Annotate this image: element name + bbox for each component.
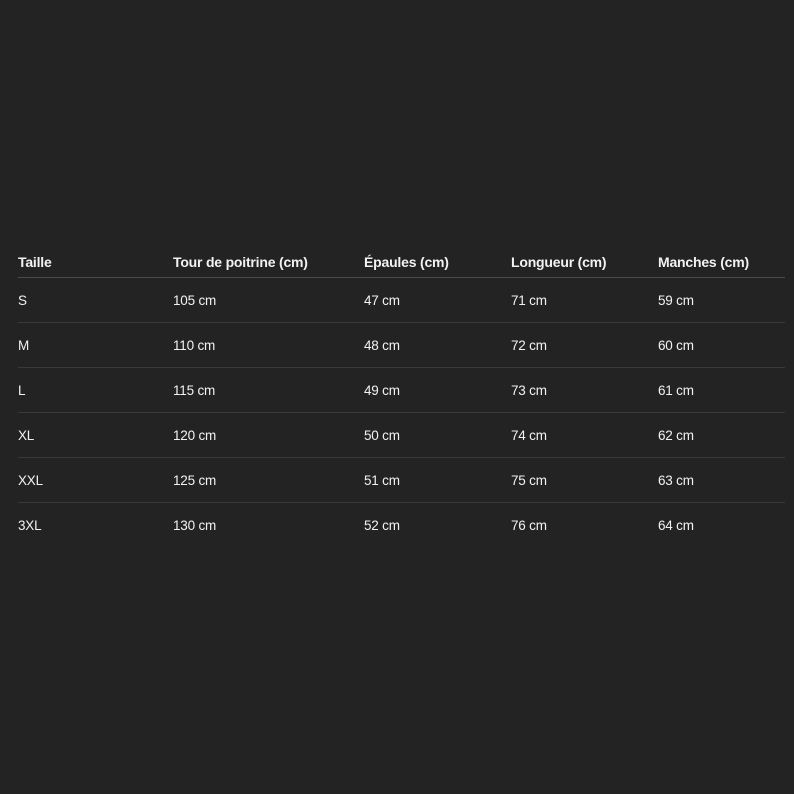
table-row: 3XL 130 cm 52 cm 76 cm 64 cm (18, 503, 785, 548)
cell-chest: 130 cm (173, 518, 217, 533)
cell-sleeves: 61 cm (658, 382, 694, 398)
cell-length: 71 cm (511, 292, 547, 308)
cell-sleeves: 64 cm (658, 518, 694, 533)
header-length: Longueur (cm) (511, 253, 607, 270)
table-row: M 110 cm 48 cm 72 cm 60 cm (18, 323, 785, 368)
table-row: L 115 cm 49 cm 73 cm 61 cm (18, 368, 785, 413)
header-chest: Tour de poitrine (cm) (173, 253, 308, 270)
cell-chest: 110 cm (173, 337, 216, 353)
cell-length: 74 cm (511, 427, 547, 443)
table-row: S 105 cm 47 cm 71 cm 59 cm (18, 278, 785, 323)
cell-shoulders: 52 cm (364, 518, 400, 533)
cell-size: XL (18, 427, 35, 443)
cell-shoulders: 51 cm (364, 472, 400, 488)
cell-sleeves: 59 cm (658, 292, 694, 308)
table-row: XL 120 cm 50 cm 74 cm 62 cm (18, 413, 785, 458)
header-size: Taille (18, 253, 52, 270)
header-sleeves: Manches (cm) (658, 253, 749, 270)
cell-length: 73 cm (511, 382, 547, 398)
cell-sleeves: 60 cm (658, 337, 694, 353)
cell-size: XXL (18, 472, 43, 488)
cell-size: S (18, 292, 27, 308)
cell-length: 72 cm (511, 337, 547, 353)
cell-length: 76 cm (511, 518, 547, 533)
cell-sleeves: 63 cm (658, 472, 694, 488)
cell-shoulders: 49 cm (364, 382, 400, 398)
header-shoulders: Épaules (cm) (364, 253, 449, 270)
cell-size: L (18, 382, 26, 398)
cell-size: M (18, 337, 30, 353)
cell-length: 75 cm (511, 472, 547, 488)
size-chart-table: Taille Tour de poitrine (cm) Épaules (cm… (18, 246, 785, 548)
cell-shoulders: 50 cm (364, 427, 400, 443)
cell-shoulders: 47 cm (364, 292, 400, 308)
cell-chest: 125 cm (173, 472, 217, 488)
cell-sleeves: 62 cm (658, 427, 694, 443)
cell-size: 3XL (18, 518, 42, 533)
table-header-row: Taille Tour de poitrine (cm) Épaules (cm… (18, 246, 785, 278)
cell-shoulders: 48 cm (364, 337, 400, 353)
cell-chest: 115 cm (173, 382, 216, 398)
cell-chest: 120 cm (173, 427, 217, 443)
table-row: XXL 125 cm 51 cm 75 cm 63 cm (18, 458, 785, 503)
cell-chest: 105 cm (173, 292, 217, 308)
